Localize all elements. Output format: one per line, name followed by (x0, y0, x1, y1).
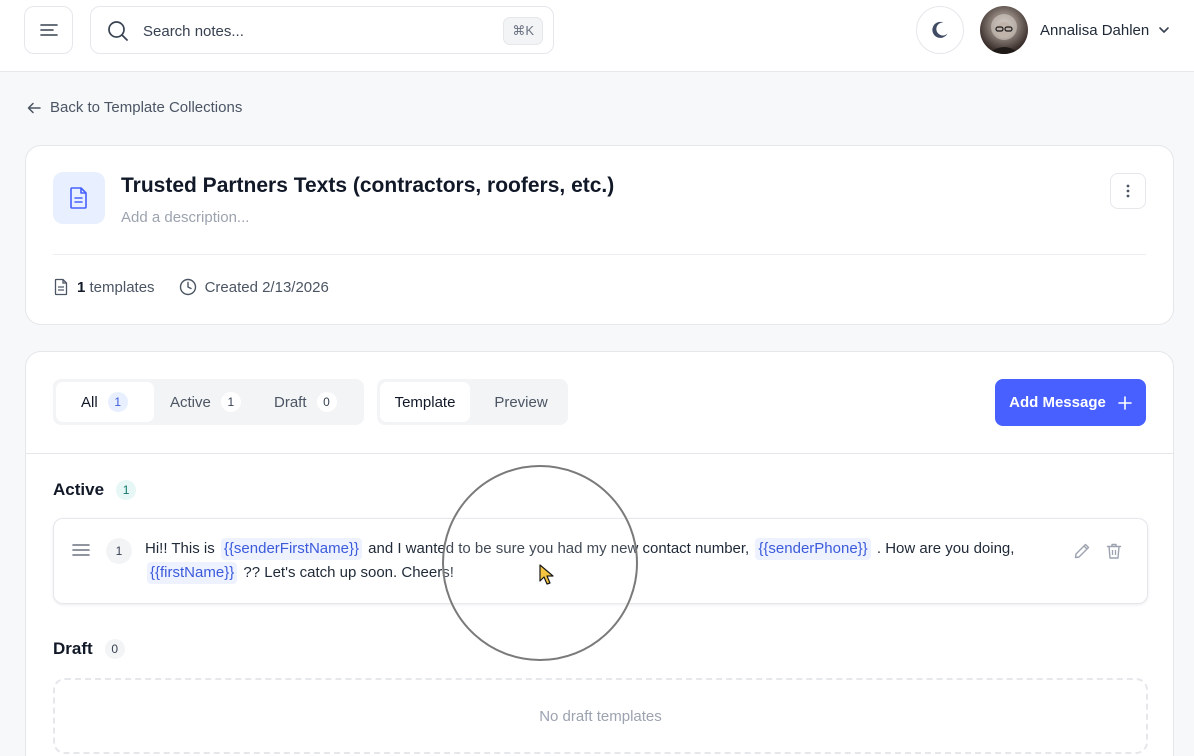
search-input[interactable] (143, 19, 483, 43)
search-icon (108, 21, 128, 41)
tab-active[interactable]: Active 1 (170, 382, 260, 422)
arrow-left-icon (27, 102, 41, 113)
section-count-badge: 0 (104, 639, 125, 659)
section-count-badge: 1 (116, 480, 137, 500)
user-name: Annalisa Dahlen (1040, 21, 1150, 39)
search-shortcut-badge: ⌘K (503, 17, 543, 45)
collection-options-button[interactable] (1110, 173, 1146, 209)
tab-count-badge: 1 (107, 392, 128, 412)
draft-section-heading: Draft 0 (53, 639, 125, 659)
collection-meta: 1 templates Created 2/13/2026 (53, 278, 329, 296)
tab-count-badge: 0 (316, 392, 337, 412)
tab-label: Template (394, 393, 456, 411)
collection-icon-tile (53, 172, 105, 224)
template-count: 1 (77, 278, 86, 296)
template-number: 1 (106, 538, 132, 564)
variable-chip: {{firstName}} (147, 562, 238, 584)
back-to-collections-link[interactable]: Back to Template Collections (26, 99, 242, 116)
tab-count-badge: 1 (220, 392, 241, 412)
collection-title[interactable]: Trusted Partners Texts (contractors, roo… (121, 174, 614, 198)
tab-label: All (81, 393, 98, 411)
section-title: Active (53, 480, 105, 499)
tab-draft[interactable]: Draft 0 (274, 382, 364, 422)
message-text: ?? Let's catch up soon. Cheers! (243, 564, 454, 581)
tab-preview[interactable]: Preview (476, 382, 566, 422)
search-bar[interactable]: ⌘K (90, 6, 554, 54)
template-count-meta: 1 templates (53, 278, 155, 296)
collection-header-card: Trusted Partners Texts (contractors, roo… (25, 145, 1174, 325)
message-text: Hi!! This is (145, 540, 215, 557)
tab-template[interactable]: Template (380, 382, 470, 422)
list-divider (26, 453, 1173, 454)
created-date: Created 2/13/2026 (204, 278, 329, 296)
tab-all[interactable]: All 1 (56, 382, 154, 422)
drag-handle-icon[interactable] (72, 542, 90, 558)
empty-draft-text: No draft templates (539, 707, 662, 725)
empty-draft-placeholder: No draft templates (53, 678, 1148, 754)
tab-label: Preview (494, 393, 548, 411)
trash-icon[interactable] (1105, 542, 1123, 560)
menu-icon (39, 24, 58, 36)
sidebar-toggle-button[interactable] (24, 6, 73, 54)
collection-description-field[interactable]: Add a description... (121, 209, 249, 226)
clock-icon (179, 278, 196, 296)
message-text: and I wanted to be sure you had my new c… (368, 540, 750, 557)
template-list-card: All 1 Active 1 Draft 0 Template Preview … (25, 351, 1174, 756)
document-icon (70, 187, 87, 209)
user-menu-button[interactable]: Annalisa Dahlen (1040, 18, 1171, 42)
template-row[interactable]: 1 Hi!! This is {{senderFirstName}} and I… (53, 518, 1148, 604)
back-link-label: Back to Template Collections (50, 99, 243, 116)
kebab-icon (1126, 184, 1130, 198)
top-bar: ⌘K Annalisa Dahlen (0, 0, 1194, 72)
status-filter-tabs: All 1 Active 1 Draft 0 (53, 379, 364, 425)
active-section-heading: Active 1 (53, 480, 137, 500)
add-message-label: Add Message (1009, 394, 1106, 411)
add-message-button[interactable]: Add Message (995, 379, 1146, 426)
view-mode-tabs: Template Preview (377, 379, 568, 425)
plus-icon (1118, 395, 1132, 410)
pencil-icon[interactable] (1073, 542, 1091, 560)
variable-chip: {{senderPhone}} (755, 538, 871, 560)
avatar[interactable] (980, 6, 1028, 54)
tab-label: Draft (274, 393, 307, 411)
template-message[interactable]: Hi!! This is {{senderFirstName}} and I w… (145, 537, 1025, 585)
created-date-meta: Created 2/13/2026 (179, 278, 329, 296)
header-divider (53, 254, 1146, 255)
message-text: . How are you doing, (876, 540, 1015, 557)
tab-label: Active (170, 393, 211, 411)
document-icon (54, 278, 68, 296)
template-count-suffix: templates (89, 278, 155, 296)
avatar-photo-icon (988, 14, 1020, 54)
section-title: Draft (53, 639, 93, 658)
moon-icon (932, 21, 948, 38)
variable-chip: {{senderFirstName}} (220, 538, 362, 560)
theme-toggle-button[interactable] (916, 6, 964, 54)
chevron-down-icon (1159, 27, 1170, 33)
